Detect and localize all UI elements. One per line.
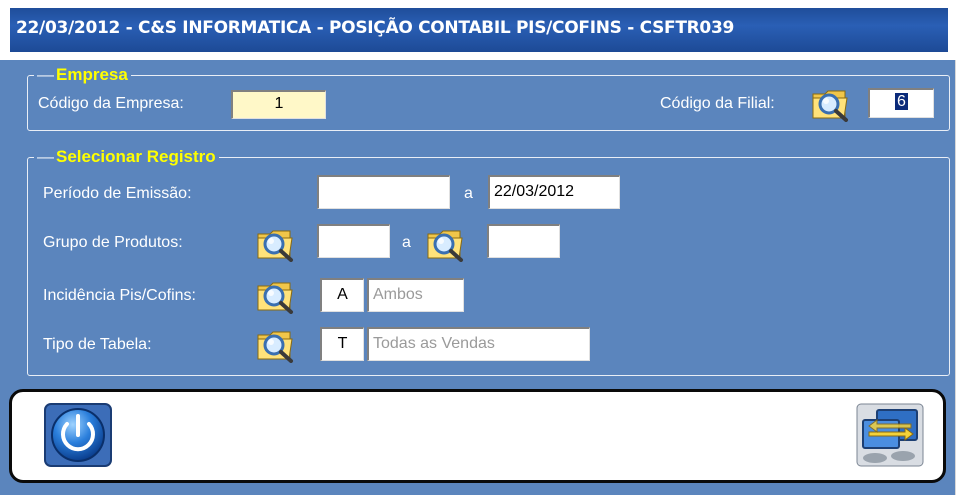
periodo-from-field[interactable] <box>317 175 450 209</box>
grupo-to-lookup-icon[interactable] <box>426 224 466 262</box>
selecionar-legend: — Selecionar Registro <box>34 147 219 167</box>
incidencia-lookup-icon[interactable] <box>256 276 296 314</box>
grupo-from-field[interactable] <box>317 224 390 258</box>
empresa-legend: — Empresa <box>34 65 131 85</box>
power-icon[interactable] <box>43 402 113 468</box>
codigo-filial-label: Código da Filial: <box>660 95 775 112</box>
incidencia-desc-field: Ambos <box>367 278 464 312</box>
empresa-legend-text: Empresa <box>56 65 128 84</box>
tipo-tabela-lookup-icon[interactable] <box>256 325 296 363</box>
tipo-tabela-desc-field: Todas as Vendas <box>367 327 590 361</box>
title-divider <box>0 57 956 60</box>
selecionar-legend-text: Selecionar Registro <box>56 147 216 166</box>
legend-dash: — <box>37 147 54 166</box>
legend-dash: — <box>37 65 54 84</box>
window-title: 22/03/2012 - C&S INFORMATICA - POSIÇÃO C… <box>16 18 735 38</box>
tipo-tabela-code-field[interactable]: T <box>320 327 364 361</box>
action-toolbar <box>9 389 946 483</box>
periodo-emissao-label: Período de Emissão: <box>43 185 192 202</box>
periodo-to-field[interactable]: 22/03/2012 <box>488 175 620 209</box>
codigo-filial-field[interactable]: 6 <box>868 88 934 118</box>
periodo-separator: a <box>464 185 473 202</box>
tipo-tabela-label: Tipo de Tabela: <box>43 336 152 353</box>
grupo-from-lookup-icon[interactable] <box>256 224 296 262</box>
main-window: 22/03/2012 - C&S INFORMATICA - POSIÇÃO C… <box>0 0 956 495</box>
codigo-filial-value: 6 <box>895 93 908 110</box>
grupo-produtos-label: Grupo de Produtos: <box>43 234 183 251</box>
title-bar: 22/03/2012 - C&S INFORMATICA - POSIÇÃO C… <box>0 0 956 58</box>
title-strip: 22/03/2012 - C&S INFORMATICA - POSIÇÃO C… <box>10 8 948 52</box>
filial-lookup-icon[interactable] <box>811 84 851 122</box>
codigo-empresa-field[interactable]: 1 <box>231 90 326 119</box>
monitor-transfer-icon[interactable] <box>855 402 925 468</box>
grupo-separator: a <box>402 234 411 251</box>
grupo-to-field[interactable] <box>487 224 560 258</box>
incidencia-code-field[interactable]: A <box>320 278 364 312</box>
codigo-empresa-label: Código da Empresa: <box>38 95 184 112</box>
incidencia-label: Incidência Pis/Cofins: <box>43 287 196 304</box>
